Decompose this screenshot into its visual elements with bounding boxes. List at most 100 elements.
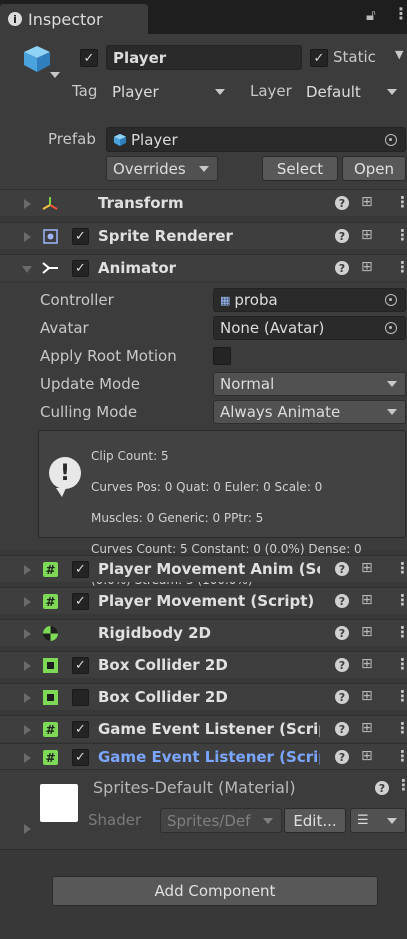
object-name-field[interactable]: Player xyxy=(106,45,302,70)
foldout-arrow-icon[interactable] xyxy=(24,661,31,671)
component-menu-icon[interactable]: ⋮ xyxy=(395,747,407,765)
component-player-movement[interactable]: # ✓ Player Movement (Script) ? ⊞ ⋮ xyxy=(0,587,407,614)
icon-dropdown-arrow[interactable] xyxy=(50,72,60,78)
component-animator[interactable]: ✓ Animator ? ⊞ ⋮ xyxy=(0,254,407,281)
component-menu-icon[interactable]: ⋮ xyxy=(395,591,407,609)
culling-mode-dropdown[interactable]: Always Animate xyxy=(213,400,406,424)
component-game-event-listener[interactable]: # ✓ Game Event Listener (Scrip ? ⊞ ⋮ xyxy=(0,715,407,742)
component-transform[interactable]: Transform ? ⊞ ⋮ xyxy=(0,189,407,216)
component-name: Game Event Listener (Scrip xyxy=(98,748,320,766)
component-name: Player Movement Anim (Sc xyxy=(98,560,320,578)
preset-icon[interactable]: ⊞ xyxy=(361,227,373,243)
preset-icon[interactable]: ⊞ xyxy=(361,259,373,275)
foldout-arrow-icon[interactable] xyxy=(24,693,31,703)
prefab-label: Prefab xyxy=(48,130,96,148)
help-icon[interactable]: ? xyxy=(335,626,349,640)
window-menu-icon[interactable]: ⋮ xyxy=(393,4,407,23)
component-menu-icon[interactable]: ⋮ xyxy=(395,559,407,577)
list-icon: ☰ xyxy=(357,813,369,828)
static-checkbox[interactable]: ✓ xyxy=(310,49,328,67)
material-menu-icon[interactable]: ⋮ xyxy=(396,776,407,794)
enabled-checkbox[interactable] xyxy=(72,689,89,706)
component-box-collider-2d[interactable]: ✓ Box Collider 2D ? ⊞ ⋮ xyxy=(0,651,407,678)
foldout-arrow-icon[interactable] xyxy=(22,266,32,273)
component-game-event-listener-2[interactable]: # ✓ Game Event Listener (Scrip ? ⊞ ⋮ xyxy=(0,743,407,770)
foldout-arrow-icon[interactable] xyxy=(24,753,31,763)
svg-text:#: # xyxy=(45,751,55,765)
enabled-checkbox[interactable]: ✓ xyxy=(72,593,89,610)
component-menu-icon[interactable]: ⋮ xyxy=(395,226,407,244)
component-menu-icon[interactable]: ⋮ xyxy=(395,258,407,276)
component-name: Player Movement (Script) xyxy=(98,592,315,610)
material-preview xyxy=(40,784,78,822)
enabled-checkbox[interactable]: ✓ xyxy=(72,561,89,578)
shader-dropdown[interactable]: Sprites/Def xyxy=(160,808,282,833)
foldout-arrow-icon[interactable] xyxy=(24,824,31,834)
update-mode-dropdown[interactable]: Normal xyxy=(213,372,406,396)
component-sprite-renderer[interactable]: ✓ Sprite Renderer ? ⊞ ⋮ xyxy=(0,222,407,249)
overrides-dropdown[interactable]: Overrides xyxy=(106,156,218,181)
preset-icon[interactable]: ⊞ xyxy=(361,592,373,608)
static-dropdown-icon[interactable]: ▼ xyxy=(395,48,403,61)
tag-dropdown[interactable]: Player xyxy=(106,79,233,104)
enabled-checkbox[interactable]: ✓ xyxy=(72,749,89,766)
help-icon[interactable]: ? xyxy=(335,750,349,764)
component-menu-icon[interactable]: ⋮ xyxy=(395,623,407,641)
edit-shader-button[interactable]: Edit... xyxy=(284,808,346,833)
help-icon[interactable]: ? xyxy=(335,658,349,672)
help-icon[interactable]: ? xyxy=(335,562,349,576)
component-menu-icon[interactable]: ⋮ xyxy=(395,655,407,673)
shader-options-dropdown[interactable]: ☰ xyxy=(350,808,406,833)
component-menu-icon[interactable]: ⋮ xyxy=(395,193,407,211)
chevron-down-icon xyxy=(263,817,273,824)
foldout-arrow-icon[interactable] xyxy=(24,597,31,607)
preset-icon[interactable]: ⊞ xyxy=(361,748,373,764)
object-picker-icon[interactable] xyxy=(385,294,397,306)
lock-icon[interactable]: 🔓︎ xyxy=(366,6,376,24)
component-player-movement-anim[interactable]: # ✓ Player Movement Anim (Sc ? ⊞ ⋮ xyxy=(0,555,407,582)
enabled-checkbox[interactable]: ✓ xyxy=(72,228,89,245)
help-icon[interactable]: ? xyxy=(335,594,349,608)
component-menu-icon[interactable]: ⋮ xyxy=(395,719,407,737)
prefab-field[interactable]: Player xyxy=(106,127,406,152)
foldout-arrow-icon[interactable] xyxy=(24,232,31,242)
preset-icon[interactable]: ⊞ xyxy=(361,194,373,210)
layer-dropdown[interactable]: Default xyxy=(300,79,405,104)
chevron-down-icon xyxy=(387,817,397,824)
foldout-arrow-icon[interactable] xyxy=(24,199,31,209)
select-button[interactable]: Select xyxy=(262,156,338,181)
box-collider-icon xyxy=(43,690,58,705)
enabled-checkbox[interactable]: ✓ xyxy=(72,721,89,738)
help-icon[interactable]: ? xyxy=(335,196,349,210)
help-icon[interactable]: ? xyxy=(375,781,389,795)
help-icon[interactable]: ? xyxy=(335,229,349,243)
preset-icon[interactable]: ⊞ xyxy=(361,560,373,576)
component-box-collider-2d-disabled[interactable]: Box Collider 2D ? ⊞ ⋮ xyxy=(0,683,407,710)
avatar-field[interactable]: None (Avatar) xyxy=(213,316,406,340)
controller-field[interactable]: ▦ proba xyxy=(213,288,406,312)
preset-icon[interactable]: ⊞ xyxy=(361,656,373,672)
preset-icon[interactable]: ⊞ xyxy=(361,624,373,640)
preset-icon[interactable]: ⊞ xyxy=(361,688,373,704)
enabled-checkbox[interactable]: ✓ xyxy=(72,260,89,277)
component-menu-icon[interactable]: ⋮ xyxy=(395,687,407,705)
layer-label: Layer xyxy=(250,82,292,100)
active-checkbox[interactable]: ✓ xyxy=(80,49,98,67)
preset-icon[interactable]: ⊞ xyxy=(361,720,373,736)
open-button[interactable]: Open xyxy=(342,156,406,181)
foldout-arrow-icon[interactable] xyxy=(24,565,31,575)
enabled-checkbox[interactable]: ✓ xyxy=(72,657,89,674)
add-component-button[interactable]: Add Component xyxy=(52,876,378,906)
tab-inspector[interactable]: i Inspector xyxy=(0,4,148,34)
rigidbody-icon xyxy=(43,626,58,641)
help-icon[interactable]: ? xyxy=(335,261,349,275)
root-motion-checkbox[interactable] xyxy=(213,347,231,365)
static-label: Static xyxy=(333,48,376,66)
component-rigidbody-2d[interactable]: Rigidbody 2D ? ⊞ ⋮ xyxy=(0,619,407,646)
foldout-arrow-icon[interactable] xyxy=(24,629,31,639)
foldout-arrow-icon[interactable] xyxy=(24,725,31,735)
help-icon[interactable]: ? xyxy=(335,690,349,704)
object-picker-icon[interactable] xyxy=(385,322,397,334)
help-icon[interactable]: ? xyxy=(335,722,349,736)
object-picker-icon[interactable] xyxy=(385,133,397,146)
